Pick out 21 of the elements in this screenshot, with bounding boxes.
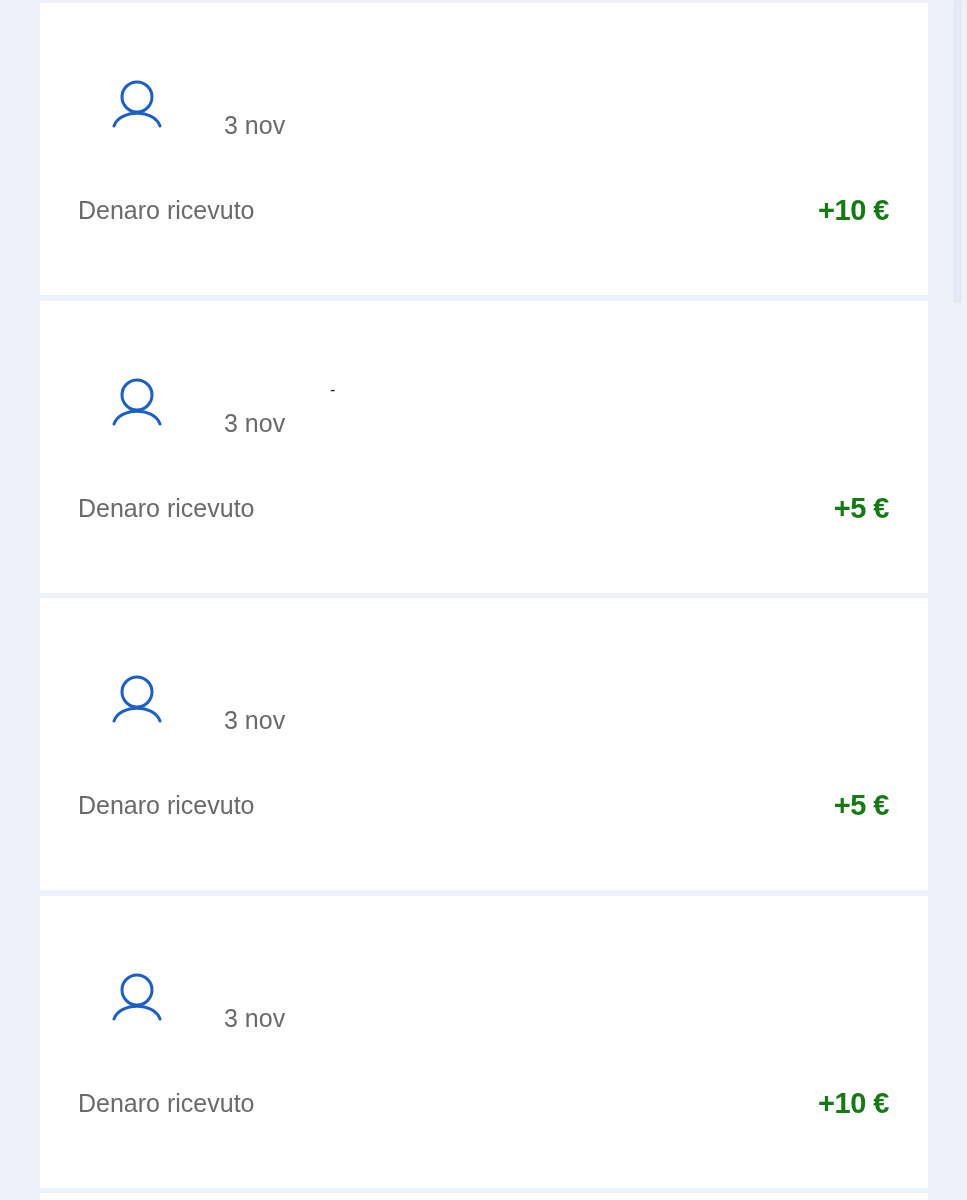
transaction-card[interactable]: 3 nov Denaro ricevuto +10 € xyxy=(40,3,928,295)
transaction-card[interactable]: 3 nov Denaro ricevuto +5 € xyxy=(40,598,928,890)
transaction-description: Denaro ricevuto xyxy=(78,195,255,225)
transaction-card[interactable]: - 3 nov Denaro ricevuto +5 € xyxy=(40,300,928,593)
person-icon xyxy=(112,972,162,1021)
contact-name: - xyxy=(330,381,336,398)
transaction-date: 3 nov xyxy=(224,407,286,438)
transaction-amount: +5 € xyxy=(833,790,889,820)
transaction-date: 3 nov xyxy=(224,110,286,140)
person-icon xyxy=(112,80,162,128)
transaction-date: 3 nov xyxy=(224,705,286,735)
transaction-card[interactable]: 3 nov Denaro ricevuto +10 € xyxy=(40,895,928,1188)
transaction-date: 3 nov xyxy=(224,1002,286,1033)
transaction-description: Denaro ricevuto xyxy=(78,1087,255,1118)
person-icon xyxy=(112,675,162,723)
transaction-description: Denaro ricevuto xyxy=(78,790,255,820)
transaction-description: Denaro ricevuto xyxy=(78,492,255,523)
transaction-amount: +5 € xyxy=(833,492,889,523)
transaction-amount: +10 € xyxy=(818,1087,889,1118)
transaction-amount: +10 € xyxy=(818,195,889,225)
person-icon xyxy=(112,377,162,426)
